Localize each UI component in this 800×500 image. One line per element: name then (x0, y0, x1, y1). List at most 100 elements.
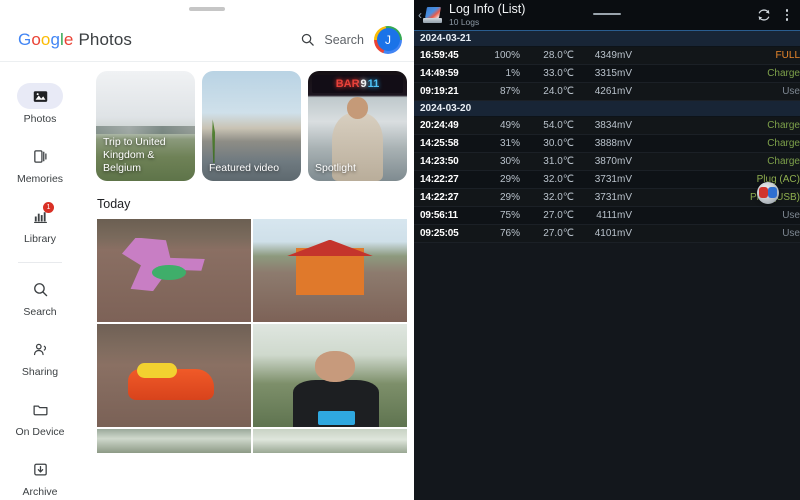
log-header-bar: ‹ Log Info (List) 10 Logs (414, 0, 800, 30)
avatar[interactable]: J (374, 25, 402, 54)
sidebar-item-memories[interactable]: Memories (0, 134, 80, 194)
logo-letter-g: G (18, 29, 32, 49)
photo-thumbnail[interactable] (253, 219, 407, 322)
log-voltage: 3315mV (594, 68, 632, 79)
avatar-initial: J (376, 28, 400, 51)
google-photos-window: Google Photos Search J Photos Memories 1… (0, 0, 414, 500)
kebab-dot (785, 18, 788, 21)
table-row[interactable]: 14:22:27 29% 32.0℃ 3731mV Plug (USB) (414, 189, 800, 207)
log-time: 14:22:27 (420, 174, 459, 185)
back-chevron-icon[interactable]: ‹ (418, 8, 422, 22)
log-percent: 29% (499, 174, 520, 185)
status-badge: Charge (767, 156, 800, 167)
table-row[interactable]: 09:56:11 75% 27.0℃ 4111mV Use (414, 207, 800, 225)
window-drag-handle-icon[interactable] (593, 13, 621, 15)
bar911-sign: BAR 9 11 (312, 75, 403, 93)
log-time: 20:24:49 (420, 120, 459, 131)
log-percent: 76% (499, 228, 520, 239)
sign-text-9: 9 (360, 78, 367, 90)
table-row[interactable]: 20:24:49 49% 54.0℃ 3834mV Charge (414, 117, 800, 135)
laptop-base-shape (423, 17, 442, 23)
photo-grid (88, 219, 414, 453)
sidebar-item-sharing[interactable]: Sharing (0, 327, 80, 387)
carousel-card-trip[interactable]: Trip to United Kingdom & Belgium (96, 71, 195, 181)
sign-text-11: 11 (367, 78, 380, 90)
log-temp: 31.0℃ (543, 156, 574, 167)
sidebar-item-label: Archive (22, 486, 58, 498)
log-time: 14:49:59 (420, 68, 459, 79)
rail-divider (18, 262, 62, 263)
carousel-card-featured-video[interactable]: Featured video (202, 71, 301, 181)
kebab-dot (785, 9, 788, 12)
log-percent: 29% (499, 192, 520, 203)
photo-thumbnail[interactable] (97, 429, 251, 453)
top-bar-actions: Search J (300, 25, 402, 54)
table-row[interactable]: 14:22:27 29% 32.0℃ 3731mV Plug (AC) (414, 171, 800, 189)
log-voltage: 3731mV (594, 174, 632, 185)
photos-top-bar: Google Photos Search J (0, 18, 414, 62)
log-voltage: 3731mV (594, 192, 632, 203)
sidebar-item-label: Sharing (21, 366, 59, 378)
cursor-blue-half (768, 187, 777, 198)
on-device-pill (17, 396, 63, 422)
window-drag-handle-area[interactable] (0, 0, 414, 18)
status-badge: Use (782, 210, 800, 221)
kebab-dot (785, 13, 788, 17)
log-header-actions (756, 7, 793, 23)
sidebar-item-on-device[interactable]: On Device (0, 387, 80, 447)
laptop-screen-shape (425, 6, 441, 18)
table-row[interactable]: 14:25:58 31% 30.0℃ 3888mV Charge (414, 135, 800, 153)
drag-handle-icon[interactable] (189, 7, 225, 11)
log-time: 09:56:11 (420, 210, 458, 221)
photo-thumbnail[interactable] (97, 324, 251, 427)
photo-thumbnail[interactable] (253, 429, 407, 453)
carousel-card-label: Featured video (209, 162, 280, 174)
log-percent: 49% (499, 120, 520, 131)
log-time: 14:23:50 (420, 156, 459, 167)
table-row[interactable]: 14:49:59 1% 33.0℃ 3315mV Charge (414, 65, 800, 83)
search-icon (302, 33, 315, 46)
logo-letter-o1: o (31, 29, 41, 49)
sidebar-item-archive[interactable]: Archive (0, 447, 80, 500)
library-badge: 1 (43, 202, 54, 213)
sharing-icon (33, 343, 46, 355)
photos-main-content: Trip to United Kingdom & Belgium Feature… (80, 62, 414, 500)
sign-text-bar: BAR (335, 78, 360, 90)
status-badge: Plug (AC) (756, 174, 800, 185)
logo-word-photos: Photos (78, 29, 132, 49)
log-temp: 54.0℃ (543, 120, 574, 131)
photo-thumbnail[interactable] (97, 219, 251, 322)
log-voltage: 4261mV (594, 86, 632, 97)
table-row[interactable]: 14:23:50 30% 31.0℃ 3870mV Charge (414, 153, 800, 171)
memories-icon (33, 149, 47, 163)
log-date-group-header: 2024-03-20 (414, 101, 800, 117)
log-voltage: 3888mV (594, 138, 632, 149)
log-voltage: 4349mV (594, 50, 632, 61)
photo-thumbnail[interactable] (253, 324, 407, 427)
log-temp: 30.0℃ (543, 138, 574, 149)
log-voltage: 4111mV (596, 210, 632, 221)
shirt-graphic (317, 410, 355, 425)
cursor-red-half (759, 187, 768, 198)
status-badge: Use (782, 86, 800, 97)
page-title: Log Info (List) (449, 1, 526, 16)
table-row[interactable]: 16:59:45 100% 28.0℃ 4349mV FULL (414, 47, 800, 65)
search-input[interactable]: Search (300, 32, 364, 47)
archive-pill (17, 456, 63, 482)
table-row[interactable]: 09:19:21 87% 24.0℃ 4261mV Use (414, 83, 800, 101)
log-percent: 31% (499, 138, 520, 149)
screen-root: Google Photos Search J Photos Memories 1… (0, 0, 800, 500)
carousel-card-spotlight[interactable]: BAR 9 11 Spotlight (308, 71, 407, 181)
log-temp: 24.0℃ (543, 86, 574, 97)
status-badge: FULL (775, 50, 800, 61)
sidebar-item-search[interactable]: Search (0, 267, 80, 327)
table-row[interactable]: 09:25:05 76% 27.0℃ 4101mV Use (414, 225, 800, 243)
logo-letter-g2: g (50, 29, 61, 49)
overflow-menu-icon[interactable] (785, 9, 788, 21)
refresh-icon[interactable] (756, 7, 772, 23)
log-temp: 27.0℃ (543, 228, 574, 239)
photo-icon (33, 90, 47, 102)
sidebar-item-photos[interactable]: Photos (0, 74, 80, 134)
log-time: 16:59:45 (420, 50, 459, 61)
sidebar-item-library[interactable]: 1 Library (0, 194, 80, 254)
